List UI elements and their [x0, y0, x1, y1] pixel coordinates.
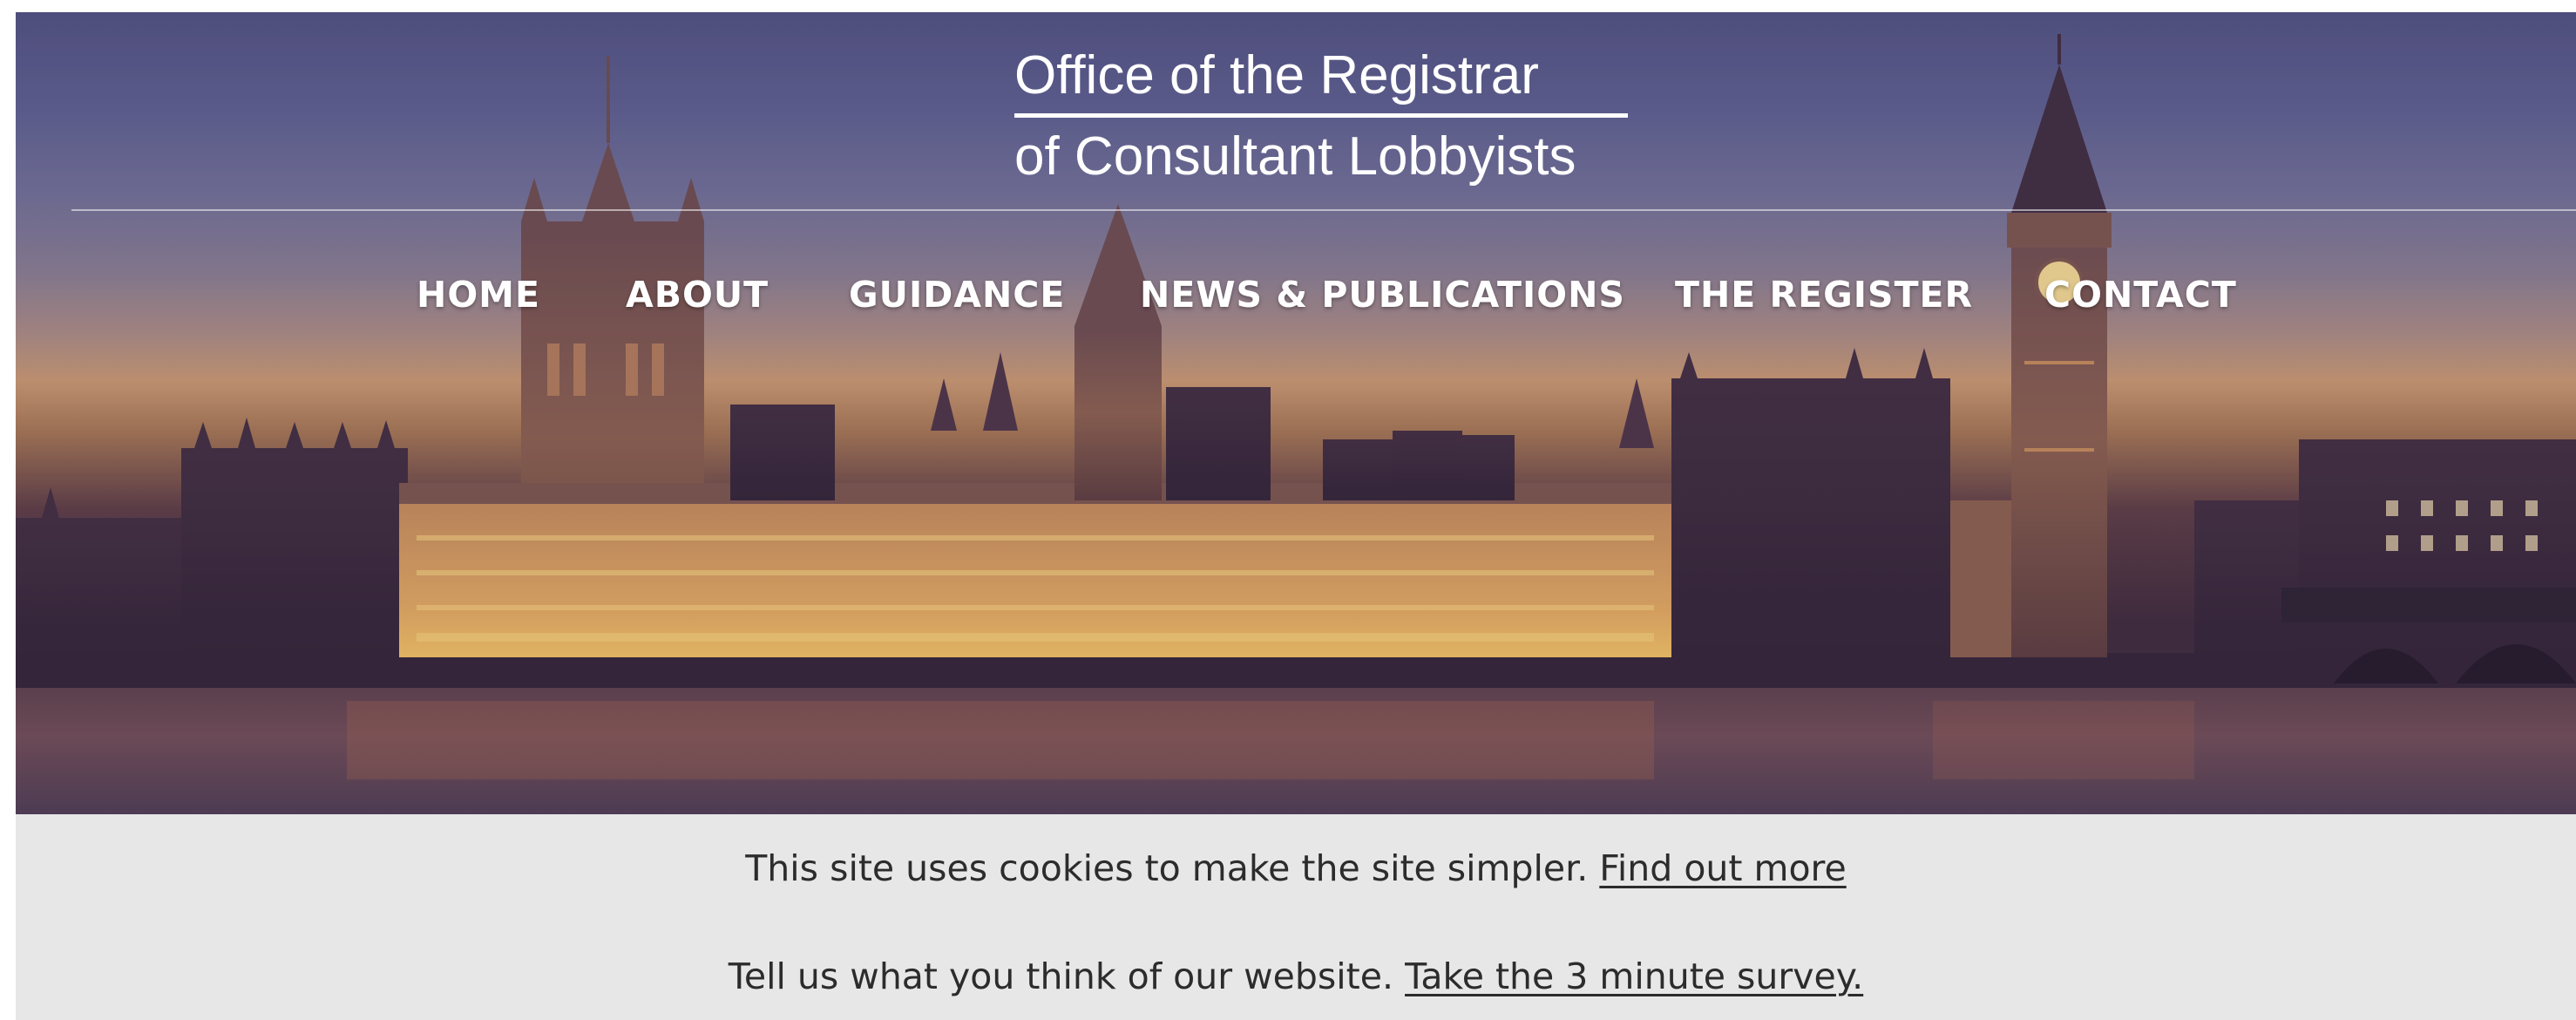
cookie-notice: This site uses cookies to make the site …	[16, 847, 2576, 889]
nav-news-publications[interactable]: NEWS & PUBLICATIONS	[1140, 274, 1625, 316]
find-out-more-link[interactable]: Find out more	[1599, 847, 1846, 889]
hero-banner: Office of the Registrar of Consultant Lo…	[16, 12, 2576, 814]
survey-notice-text: Tell us what you think of our website.	[728, 955, 1394, 997]
survey-link[interactable]: Take the 3 minute survey.	[1405, 955, 1863, 997]
cookie-survey-banner: This site uses cookies to make the site …	[16, 814, 2576, 1020]
survey-notice: Tell us what you think of our website. T…	[16, 955, 2576, 997]
header-divider	[71, 209, 2576, 211]
cookie-notice-text: This site uses cookies to make the site …	[745, 847, 1589, 889]
title-underline	[1014, 113, 1628, 118]
nav-the-register[interactable]: THE REGISTER	[1675, 274, 1973, 316]
nav-home[interactable]: HOME	[417, 274, 540, 316]
nav-guidance[interactable]: GUIDANCE	[849, 274, 1065, 316]
site-title-line2: of Consultant Lobbyists	[1014, 126, 1576, 187]
nav-contact[interactable]: CONTACT	[2044, 274, 2237, 316]
site-logo[interactable]: Office of the Registrar of Consultant Lo…	[1014, 42, 1642, 191]
nav-about[interactable]: ABOUT	[626, 274, 769, 316]
site-title-line1: Office of the Registrar	[1014, 45, 1539, 105]
page: Office of the Registrar of Consultant Lo…	[0, 0, 2576, 1020]
main-navigation: HOME ABOUT GUIDANCE NEWS & PUBLICATIONS …	[16, 274, 2576, 326]
